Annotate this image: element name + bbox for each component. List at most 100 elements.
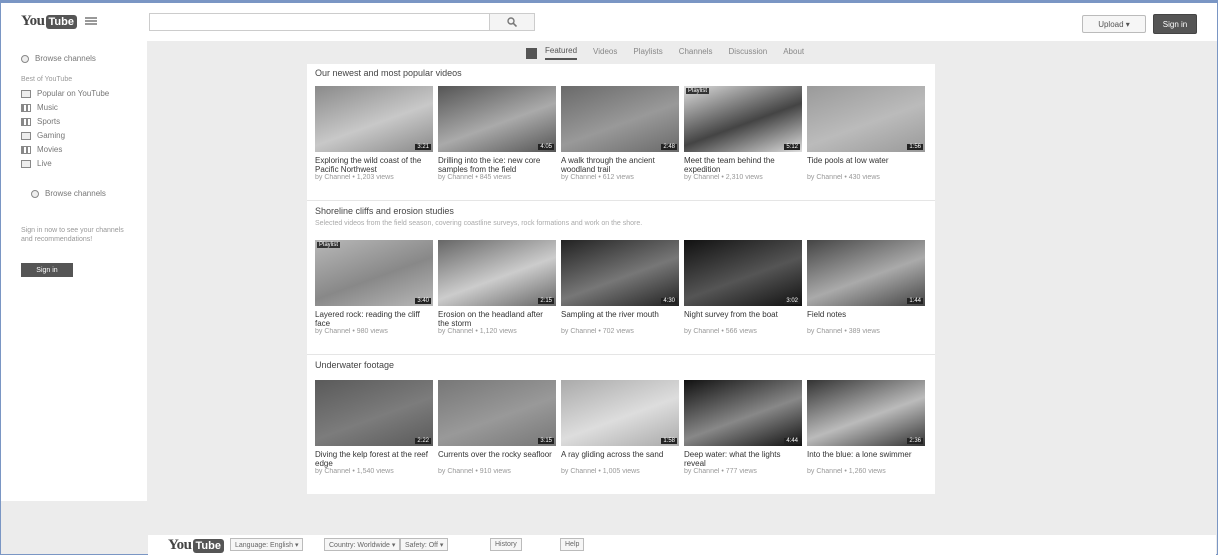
search-button[interactable]: [489, 13, 535, 31]
video-title[interactable]: Sampling at the river mouth: [561, 310, 679, 328]
video-thumbnail[interactable]: 2:48: [561, 86, 679, 152]
video-duration: 4:05: [538, 144, 554, 150]
home-icon[interactable]: [526, 47, 537, 59]
tab-videos[interactable]: Videos: [593, 47, 617, 59]
video-duration: 2:22: [415, 438, 431, 444]
video-card[interactable]: 1:44 Field notes by Channel • 389 views: [807, 240, 925, 344]
video-card[interactable]: 3:21 Exploring the wild coast of the Paci…: [315, 86, 433, 190]
video-card[interactable]: Playlist 3:40 Layered rock: reading the cl…: [315, 240, 433, 344]
video-meta: by Channel • 566 views: [684, 328, 757, 335]
video-card[interactable]: 4:05 Drilling into the ice: new core samp…: [438, 86, 556, 190]
sidebar-item-label: Browse channels: [35, 54, 96, 63]
sidebar-item-music[interactable]: Music: [21, 103, 58, 112]
video-thumbnail[interactable]: Playlist 3:40: [315, 240, 433, 306]
video-thumbnail[interactable]: 2:22: [315, 380, 433, 446]
video-thumbnail[interactable]: 2:36: [807, 380, 925, 446]
video-title[interactable]: Field notes: [807, 310, 925, 328]
video-card[interactable]: 3:15 Currents over the rocky seafloor by C…: [438, 380, 556, 484]
shelf-title[interactable]: Our newest and most popular videos: [315, 68, 462, 78]
tab-about[interactable]: About: [783, 47, 804, 59]
video-thumbnail[interactable]: Playlist 5:12: [684, 86, 802, 152]
video-meta: by Channel • 845 views: [438, 174, 511, 181]
playlist-badge: Playlist: [317, 242, 341, 248]
video-duration: 1:44: [907, 298, 923, 304]
sidebar-browse-top[interactable]: Browse channels: [21, 54, 96, 63]
sidebar-item-popular[interactable]: Popular on YouTube: [21, 89, 109, 98]
language-button[interactable]: Language: English ▾: [230, 538, 304, 551]
safety-button[interactable]: Safety: Off ▾: [400, 538, 449, 551]
sidebar-item-label: Movies: [37, 145, 63, 154]
video-thumbnail[interactable]: 4:44: [684, 380, 802, 446]
video-card[interactable]: 4:30 Sampling at the river mouth by Channe…: [561, 240, 679, 344]
video-card[interactable]: 1:58 A ray gliding across the sand by Chan…: [561, 380, 679, 484]
tab-featured[interactable]: Featured: [545, 46, 578, 60]
guide-menu-icon[interactable]: [85, 17, 97, 25]
youtube-logo[interactable]: You Tube: [21, 13, 77, 30]
video-card[interactable]: 2:48 A walk through the ancient woodland …: [561, 86, 679, 190]
video-thumbnail[interactable]: 3:21: [315, 86, 433, 152]
upload-button[interactable]: Upload ▾: [1082, 15, 1146, 33]
video-meta: by Channel • 1,260 views: [807, 468, 886, 475]
video-title[interactable]: Night survey from the boat: [684, 310, 802, 328]
search-input[interactable]: [149, 13, 489, 31]
video-title[interactable]: A ray gliding across the sand: [561, 450, 679, 468]
video-thumbnail[interactable]: 3:02: [684, 240, 802, 306]
plus-icon: [21, 54, 29, 63]
sign-in-button[interactable]: Sign in: [1153, 14, 1197, 34]
footer-youtube-logo[interactable]: You Tube: [168, 537, 224, 554]
video-card[interactable]: 4:44 Deep water: what the lights reveal by…: [684, 380, 802, 484]
logo-tube: Tube: [45, 14, 77, 29]
tab-playlists[interactable]: Playlists: [633, 47, 662, 59]
gaming-icon: [21, 131, 31, 140]
footer: You Tube Language: English ▾ Country: Wo…: [148, 535, 1216, 555]
video-title[interactable]: Exploring the wild coast of the Pacific …: [315, 156, 433, 174]
video-card[interactable]: 1:56 Tide pools at low water by Channel • …: [807, 86, 925, 190]
logo-tube: Tube: [192, 538, 224, 553]
video-card[interactable]: 2:15 Erosion on the headland after the st…: [438, 240, 556, 344]
country-button[interactable]: Country: Worldwide ▾: [324, 538, 401, 551]
video-card[interactable]: 2:36 Into the blue: a lone swimmer by Chan…: [807, 380, 925, 484]
help-button[interactable]: Help: [560, 538, 585, 551]
video-card[interactable]: 3:02 Night survey from the boat by Channel…: [684, 240, 802, 344]
video-meta: by Channel • 777 views: [684, 468, 757, 475]
video-thumbnail[interactable]: 1:58: [561, 380, 679, 446]
sidebar-item-label: Live: [37, 159, 52, 168]
video-thumbnail[interactable]: 4:30: [561, 240, 679, 306]
sidebar-item-sports[interactable]: Sports: [21, 117, 60, 126]
sidebar-browse-channels[interactable]: Browse channels: [31, 189, 106, 198]
video-meta: by Channel • 1,540 views: [315, 468, 394, 475]
video-title[interactable]: Meet the team behind the expedition: [684, 156, 802, 174]
video-title[interactable]: Drilling into the ice: new core samples …: [438, 156, 556, 174]
sidebar-item-movies[interactable]: Movies: [21, 145, 62, 154]
video-title[interactable]: Deep water: what the lights reveal: [684, 450, 802, 468]
sidebar-item-label: Popular on YouTube: [37, 89, 110, 98]
video-meta: by Channel • 1,203 views: [315, 174, 394, 181]
history-button[interactable]: History: [490, 538, 522, 551]
video-meta: by Channel • 980 views: [315, 328, 388, 335]
video-thumbnail[interactable]: 1:56: [807, 86, 925, 152]
shelf-title[interactable]: Shoreline cliffs and erosion studies: [315, 206, 454, 216]
sidebar-item-gaming[interactable]: Gaming: [21, 131, 65, 140]
video-duration: 2:36: [907, 438, 923, 444]
video-card[interactable]: Playlist 5:12 Meet the team behind the exp…: [684, 86, 802, 190]
video-duration: 1:58: [661, 438, 677, 444]
shelf-separator: [307, 354, 935, 355]
video-thumbnail[interactable]: 3:15: [438, 380, 556, 446]
shelf-title[interactable]: Underwater footage: [315, 360, 394, 370]
music-icon: [21, 103, 31, 112]
video-title[interactable]: Diving the kelp forest at the reef edge: [315, 450, 433, 468]
video-thumbnail[interactable]: 1:44: [807, 240, 925, 306]
sidebar-item-live[interactable]: Live: [21, 159, 52, 168]
video-title[interactable]: A walk through the ancient woodland trai…: [561, 156, 679, 174]
video-title[interactable]: Currents over the rocky seafloor: [438, 450, 556, 468]
video-title[interactable]: Layered rock: reading the cliff face: [315, 310, 433, 328]
tab-channels[interactable]: Channels: [679, 47, 713, 59]
video-thumbnail[interactable]: 2:15: [438, 240, 556, 306]
tab-discussion[interactable]: Discussion: [729, 47, 768, 59]
video-card[interactable]: 2:22 Diving the kelp forest at the reef e…: [315, 380, 433, 484]
video-title[interactable]: Into the blue: a lone swimmer: [807, 450, 925, 468]
sidebar-sign-in-button[interactable]: Sign in: [21, 263, 73, 277]
video-thumbnail[interactable]: 4:05: [438, 86, 556, 152]
video-title[interactable]: Erosion on the headland after the storm: [438, 310, 556, 328]
video-title[interactable]: Tide pools at low water: [807, 156, 925, 174]
